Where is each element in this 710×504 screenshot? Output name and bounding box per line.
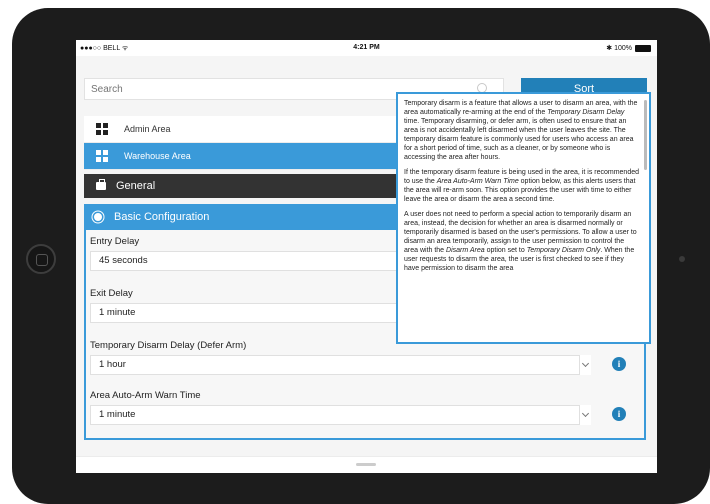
auto-arm-warn-label: Area Auto-Arm Warn Time [90, 390, 201, 401]
battery-status: ✱ 100% [606, 44, 651, 52]
camera-dot [679, 256, 685, 262]
status-bar: ●●●○○ BELL ᯤ 4:21 PM ✱ 100% [76, 40, 657, 56]
gear-icon [94, 213, 102, 221]
briefcase-icon [96, 179, 106, 190]
temporary-disarm-delay-select[interactable]: 1 hour [90, 355, 590, 375]
home-button[interactable] [26, 244, 56, 274]
tooltip-emphasis: Temporary Disarm Only [526, 247, 601, 254]
info-icon[interactable]: i [612, 357, 626, 371]
area-label: Admin Area [124, 124, 171, 134]
grab-handle[interactable] [356, 463, 376, 466]
tooltip-text: time. Temporary disarming, or defer arm,… [404, 118, 634, 161]
chevron-down-icon[interactable] [579, 405, 591, 425]
app-screen: ●●●○○ BELL ᯤ 4:21 PM ✱ 100% Sort Admin A… [76, 40, 657, 473]
tooltip-paragraph: Temporary disarm is a feature that allow… [404, 99, 639, 162]
info-icon[interactable]: i [612, 407, 626, 421]
tooltip-scrollbar[interactable] [644, 100, 647, 170]
tooltip-emphasis: Temporary Disarm Delay [547, 109, 625, 116]
footer-bar [76, 456, 657, 473]
battery-label: ✱ 100% [606, 45, 632, 52]
tablet-device: ●●●○○ BELL ᯤ 4:21 PM ✱ 100% Sort Admin A… [0, 0, 710, 504]
auto-arm-warn-select[interactable]: 1 minute [90, 405, 590, 425]
tooltip-emphasis: Area Auto-Arm Warn Time [436, 178, 519, 185]
auto-arm-warn-field: Area Auto-Arm Warn Time 1 minute i [90, 390, 642, 425]
tooltip-paragraph: A user does not need to perform a specia… [404, 210, 639, 273]
tooltip-emphasis: Disarm Area [446, 247, 485, 254]
tooltip-paragraph: If the temporary disarm feature is being… [404, 168, 639, 204]
battery-icon [635, 44, 651, 52]
section-basic-label: Basic Configuration [114, 211, 210, 223]
area-grid-icon [96, 150, 108, 162]
help-tooltip: Temporary disarm is a feature that allow… [396, 92, 651, 344]
section-general-label: General [116, 180, 156, 192]
chevron-down-icon[interactable] [579, 355, 591, 375]
area-label: Warehouse Area [124, 151, 191, 161]
area-grid-icon [96, 123, 108, 135]
tooltip-text: option set to [484, 247, 527, 254]
clock-label: 4:21 PM [353, 44, 380, 51]
